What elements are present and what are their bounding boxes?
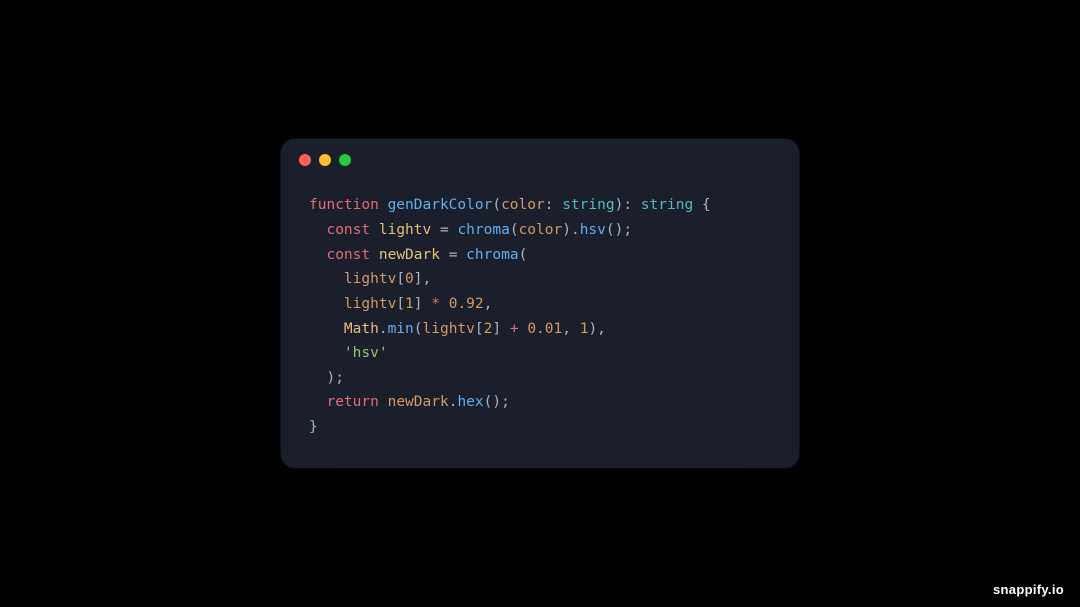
type-annotation: string bbox=[562, 197, 614, 213]
object: Math bbox=[344, 321, 379, 337]
number: 1 bbox=[405, 296, 414, 312]
keyword-return: return bbox=[326, 394, 378, 410]
equals: = bbox=[440, 247, 466, 263]
string: 'hsv' bbox=[344, 345, 388, 361]
brace: { bbox=[693, 197, 710, 213]
array-access: lightv bbox=[344, 271, 396, 287]
param-name: color bbox=[501, 197, 545, 213]
number: 0.92 bbox=[449, 296, 484, 312]
bracket: [ bbox=[475, 321, 484, 337]
number: 0 bbox=[405, 271, 414, 287]
operator: * bbox=[431, 296, 440, 312]
method: hex bbox=[457, 394, 483, 410]
bracket: [ bbox=[396, 271, 405, 287]
paren: ( bbox=[492, 197, 501, 213]
semicolon: (); bbox=[484, 394, 510, 410]
comma: , bbox=[562, 321, 579, 337]
equals: = bbox=[431, 222, 457, 238]
operator: + bbox=[510, 321, 519, 337]
arg: color bbox=[519, 222, 563, 238]
variable-ref: newDark bbox=[388, 394, 449, 410]
bracket: ] bbox=[492, 321, 509, 337]
paren: ( bbox=[519, 247, 528, 263]
brace: } bbox=[309, 419, 318, 435]
colon: : bbox=[545, 197, 562, 213]
space bbox=[519, 321, 528, 337]
array-access: lightv bbox=[423, 321, 475, 337]
bracket: ] bbox=[414, 296, 431, 312]
watermark: snappify.io bbox=[993, 582, 1064, 597]
minimize-icon[interactable] bbox=[319, 154, 331, 166]
variable: newDark bbox=[379, 247, 440, 263]
space bbox=[379, 394, 388, 410]
paren: ( bbox=[510, 222, 519, 238]
space bbox=[440, 296, 449, 312]
comma: , bbox=[484, 296, 493, 312]
variable: lightv bbox=[379, 222, 431, 238]
keyword-const: const bbox=[326, 222, 370, 238]
close-icon[interactable] bbox=[299, 154, 311, 166]
keyword-const: const bbox=[326, 247, 370, 263]
dot: . bbox=[379, 321, 388, 337]
keyword-function: function bbox=[309, 197, 379, 213]
semicolon: (); bbox=[606, 222, 632, 238]
code-block: function genDarkColor(color: string): st… bbox=[281, 181, 799, 467]
return-type: string bbox=[641, 197, 693, 213]
maximize-icon[interactable] bbox=[339, 154, 351, 166]
paren: ): bbox=[615, 197, 641, 213]
bracket: ], bbox=[414, 271, 431, 287]
method: min bbox=[388, 321, 414, 337]
method: hsv bbox=[580, 222, 606, 238]
call: chroma bbox=[466, 247, 518, 263]
window-titlebar bbox=[281, 139, 799, 181]
paren: ), bbox=[588, 321, 605, 337]
function-name: genDarkColor bbox=[388, 197, 493, 213]
code-window: function genDarkColor(color: string): st… bbox=[281, 139, 799, 467]
dot: ). bbox=[562, 222, 579, 238]
array-access: lightv bbox=[344, 296, 396, 312]
bracket: [ bbox=[396, 296, 405, 312]
number: 0.01 bbox=[527, 321, 562, 337]
paren: ( bbox=[414, 321, 423, 337]
paren: ); bbox=[326, 370, 343, 386]
call: chroma bbox=[457, 222, 509, 238]
